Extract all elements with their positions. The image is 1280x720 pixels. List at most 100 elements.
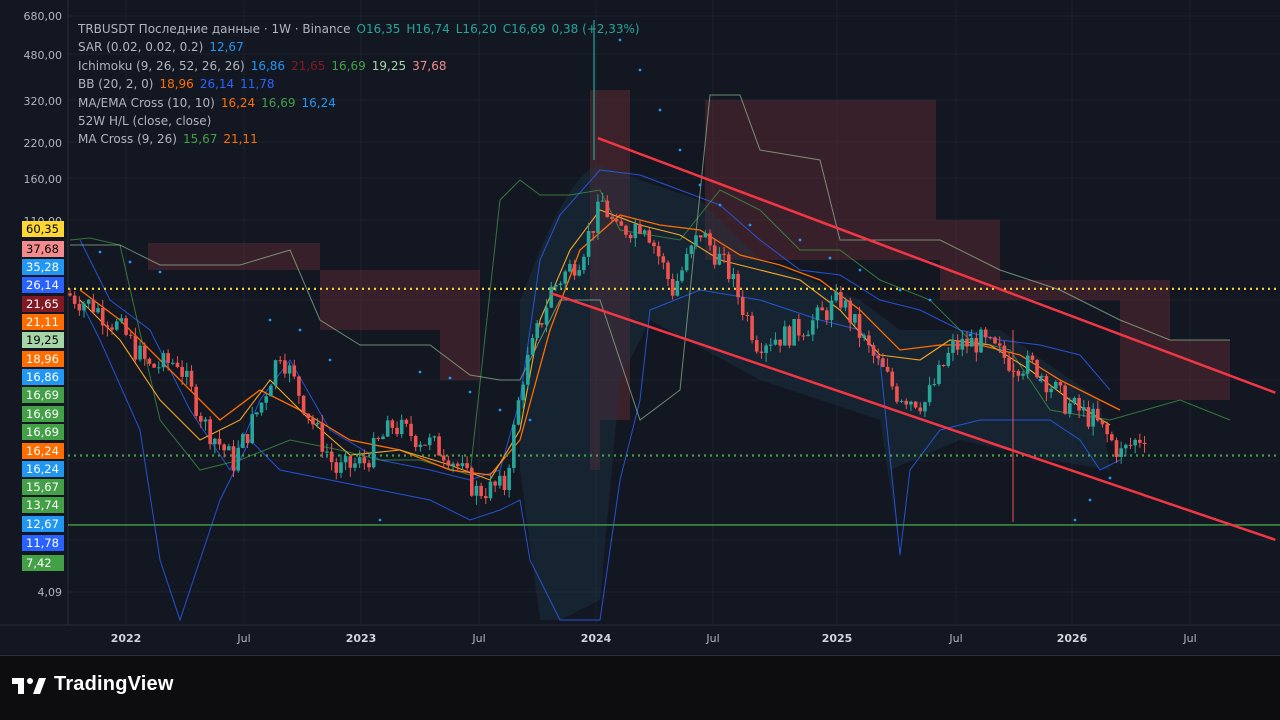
legend-indicator-name: SAR (0.02, 0.02, 0.2) (78, 40, 204, 55)
candle-body (1128, 444, 1133, 446)
candle-body (1105, 424, 1109, 435)
candle-body (848, 300, 852, 323)
sar-dot (828, 256, 832, 260)
sar-dot (718, 203, 722, 207)
candle-body (988, 337, 993, 339)
legend-indicator-row[interactable]: 52W H/L (close, close) (78, 112, 646, 130)
candle-body (1086, 407, 1091, 427)
candle-body (77, 303, 82, 311)
candle-body (311, 418, 315, 425)
candle-body (586, 231, 591, 257)
price-badge: 35,28 (22, 259, 64, 275)
candle-body (983, 329, 988, 338)
candle-body (544, 307, 549, 325)
candle-body (568, 263, 572, 272)
candle-body (829, 300, 834, 321)
candle-body (105, 325, 110, 328)
candle-body (955, 340, 960, 350)
legend-indicator-value: 19,25 (371, 58, 407, 73)
legend-close: C16,69 (502, 22, 546, 36)
price-badge: 18,96 (22, 351, 64, 367)
candle-body (128, 334, 133, 336)
candle-body (1114, 440, 1119, 457)
candle-body (750, 315, 754, 341)
candle-body (1039, 375, 1044, 378)
candle-body (1100, 420, 1105, 425)
candle-body (610, 217, 614, 219)
candle-body (932, 383, 937, 386)
candle-body (339, 462, 343, 473)
legend-indicator-row[interactable]: SAR (0.02, 0.02, 0.2) 12,67 (78, 38, 646, 56)
candle-body (717, 253, 722, 265)
legend-indicator-name: Ichimoku (9, 26, 52, 26, 26) (78, 58, 245, 73)
candle-body (133, 335, 138, 360)
candle-body (199, 415, 203, 422)
candle-body (909, 401, 913, 405)
legend-main-row[interactable]: TRBUSDT Последние данные · 1W · Binance O… (78, 20, 646, 38)
candle-body (918, 407, 923, 412)
candle-body (1138, 439, 1142, 443)
candle-body (997, 343, 1002, 346)
legend-indicator-value: 37,68 (412, 58, 447, 73)
candle-body (376, 437, 381, 440)
candle-body (465, 463, 469, 469)
candle-body (119, 318, 124, 322)
candle-body (521, 384, 525, 401)
candle-body (493, 481, 497, 486)
candle-body (530, 338, 535, 355)
candle-body (446, 460, 451, 466)
tradingview-logo[interactable]: TradingView (12, 673, 174, 696)
candle-body (72, 295, 77, 304)
candle-body (605, 200, 610, 218)
legend-indicator-row[interactable]: MA Cross (9, 26) 15,67 21,11 (78, 130, 646, 148)
candle-body (441, 455, 446, 461)
legend-indicator-row[interactable]: Ichimoku (9, 26, 52, 26, 26) 16,86 21,65 16… (78, 57, 646, 75)
candle-body (1081, 407, 1086, 411)
sar-dot (798, 238, 802, 242)
price-badge: 16,69 (22, 387, 64, 403)
candle-body (409, 423, 413, 437)
sar-dot (448, 376, 452, 380)
legend-symbol: TRBUSDT Последние данные · 1W · Binance (78, 22, 351, 36)
candle-body (1016, 370, 1021, 376)
candle-body (437, 436, 441, 456)
candle-body (1058, 381, 1063, 386)
candle-body (306, 413, 311, 419)
candle-body (540, 323, 544, 325)
candle-body (1021, 373, 1025, 376)
candle-body (451, 463, 455, 466)
candle-body (329, 451, 334, 463)
price-badge: 11,78 (22, 535, 64, 551)
candle-body (782, 326, 787, 346)
candle-body (647, 230, 652, 243)
candle-body (343, 456, 348, 463)
x-tick-label: Jul (948, 632, 962, 645)
candle-body (264, 396, 269, 403)
x-tick-label: Jul (236, 632, 250, 645)
chart-legend: TRBUSDT Последние данные · 1W · Binance O… (78, 20, 646, 149)
candle-body (320, 422, 325, 452)
candle-body (974, 337, 979, 353)
legend-indicator-name: BB (20, 2, 0) (78, 77, 154, 92)
sar-dot (418, 370, 422, 374)
chart-area[interactable]: 680,00480,00320,00220,00160,00110,004,09… (0, 0, 1280, 656)
price-badge: 16,69 (22, 424, 64, 440)
candle-body (184, 370, 189, 377)
candle-body (1002, 345, 1007, 358)
sar-dot (1088, 498, 1092, 502)
legend-indicator-row[interactable]: MA/EMA Cross (10, 10) 16,24 16,69 16,24 (78, 94, 646, 112)
candle-body (969, 337, 974, 347)
candle-body (670, 278, 675, 296)
legend-indicator-value: 16,24 (220, 95, 256, 110)
legend-indicator-row[interactable]: BB (20, 2, 0) 18,96 26,14 11,78 (78, 75, 646, 93)
candle-body (1067, 403, 1072, 414)
sar-dot (1038, 378, 1042, 382)
legend-open: O16,35 (356, 22, 401, 36)
x-tick-label: Jul (1182, 632, 1196, 645)
candle-body (913, 401, 918, 408)
candle-body (899, 400, 904, 402)
candle-body (1035, 359, 1039, 378)
candle-body (661, 256, 666, 263)
candle-body (124, 318, 128, 335)
x-tick-label: 2025 (822, 632, 853, 645)
